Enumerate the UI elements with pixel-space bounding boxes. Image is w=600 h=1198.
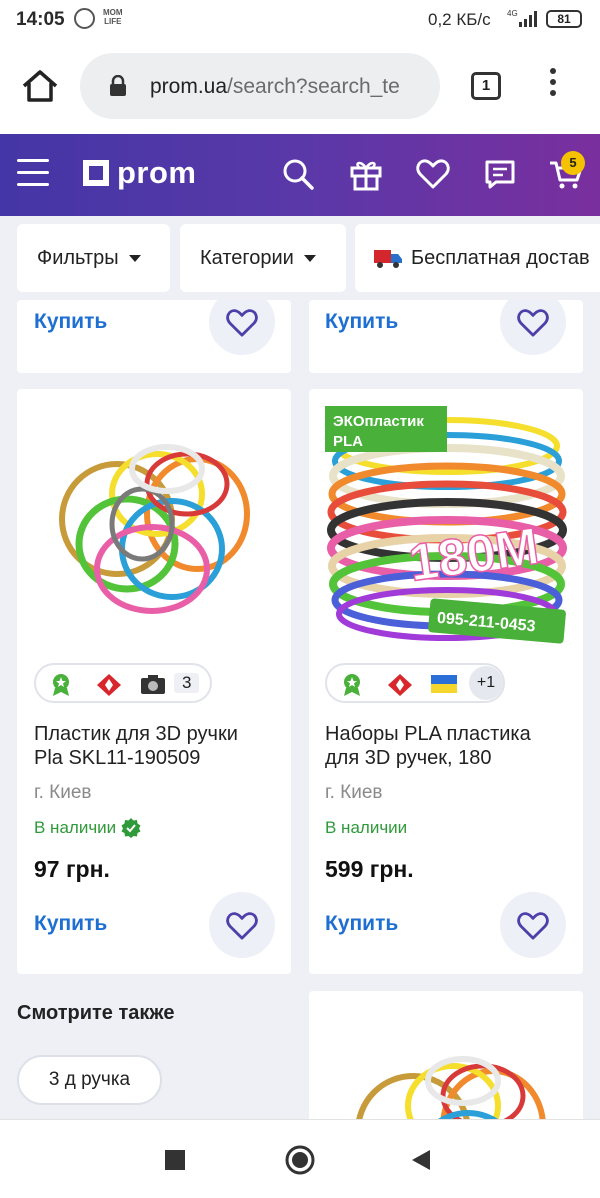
back-icon[interactable] xyxy=(411,1149,431,1171)
product-card: Купить xyxy=(17,300,291,373)
home-nav-icon[interactable] xyxy=(284,1144,316,1176)
buy-button[interactable]: Купить xyxy=(325,912,398,936)
product-card: Купить xyxy=(309,300,583,373)
product-image[interactable] xyxy=(47,424,262,624)
free-delivery-filter[interactable]: Бесплатная достав xyxy=(355,224,600,292)
ukraine-flag-icon xyxy=(431,675,457,693)
lock-icon xyxy=(110,75,126,96)
add-to-favorites-button[interactable] xyxy=(500,892,566,958)
camera-icon xyxy=(141,675,165,694)
tab-switcher-button[interactable]: 1 xyxy=(471,72,501,100)
favorites-heart-icon[interactable] xyxy=(415,156,451,192)
add-to-favorites-button[interactable] xyxy=(500,300,566,355)
product-city: г. Киев xyxy=(325,782,383,803)
browser-toolbar: prom.ua/search?search_te 1 xyxy=(0,38,600,134)
site-header: prom xyxy=(0,134,600,216)
search-icon[interactable] xyxy=(280,156,316,192)
product-city: г. Киев xyxy=(34,782,92,803)
status-bar: 14:05 MOM LIFE 0,2 КБ/с 4G 81 xyxy=(0,0,600,38)
add-to-favorites-button[interactable] xyxy=(209,892,275,958)
photo-count: 3 xyxy=(174,673,200,693)
heart-icon xyxy=(517,309,549,337)
messages-icon[interactable] xyxy=(482,156,518,192)
hamburger-menu-icon[interactable] xyxy=(17,159,49,187)
chevron-down-icon xyxy=(128,254,141,262)
heart-icon xyxy=(226,309,258,337)
heart-icon xyxy=(226,912,258,940)
status-time: 14:05 xyxy=(16,9,65,30)
chevron-down-icon xyxy=(303,254,316,262)
more-badges-count[interactable]: +1 xyxy=(469,666,503,700)
delivery-truck-icon xyxy=(374,250,402,268)
quality-medal-icon xyxy=(53,674,69,696)
product-card[interactable]: 3 Пластик для 3D ручки Pla SKL11-190509 г… xyxy=(17,389,291,974)
product-image[interactable] xyxy=(343,1036,558,1131)
more-menu-icon[interactable] xyxy=(546,68,560,104)
add-to-favorites-button[interactable] xyxy=(209,300,275,355)
quality-medal-icon xyxy=(344,674,360,696)
in-stock-label: В наличии xyxy=(34,818,141,838)
svg-text:PLA: PLA xyxy=(333,433,363,450)
network-speed: 0,2 КБ/с xyxy=(428,10,491,29)
see-also-heading: Смотрите также xyxy=(17,1002,175,1024)
product-price: 97 грн. xyxy=(34,856,110,882)
in-stock-label: В наличии xyxy=(325,818,408,837)
product-image[interactable]: ЭКОпластик PLA 180М 095-211-0453 xyxy=(325,406,569,648)
product-price: 599 грн. xyxy=(325,856,414,882)
gift-icon[interactable] xyxy=(348,156,384,192)
product-title[interactable]: Пластик для 3D ручки Pla SKL11-190509 xyxy=(34,722,238,770)
filters-dropdown[interactable]: Фильтры xyxy=(17,224,170,292)
product-card[interactable] xyxy=(309,991,583,1131)
home-icon[interactable] xyxy=(20,68,60,104)
recents-icon[interactable] xyxy=(165,1150,185,1170)
heart-icon xyxy=(517,912,549,940)
battery-icon: 81 xyxy=(546,10,582,28)
categories-dropdown[interactable]: Категории xyxy=(180,224,346,292)
svg-text:4G: 4G xyxy=(507,9,518,18)
related-search-tag[interactable]: 3 д ручка xyxy=(17,1055,162,1105)
badges-row: 3 xyxy=(34,663,212,703)
viber-icon xyxy=(74,8,95,29)
buy-button[interactable]: Купить xyxy=(325,310,398,334)
momlife-icon: MOM LIFE xyxy=(103,8,123,26)
cart-count-badge: 5 xyxy=(561,151,585,175)
svg-text:ЭКОпластик: ЭКОпластик xyxy=(333,413,424,430)
url-bar[interactable]: prom.ua/search?search_te xyxy=(80,53,440,119)
badges-row: +1 xyxy=(325,663,505,703)
product-card[interactable]: ЭКОпластик PLA 180М 095-211-0453 +1 Набо… xyxy=(309,389,583,974)
product-title[interactable]: Наборы PLA пластика для 3D ручек, 180 xyxy=(325,722,531,770)
verified-check-icon xyxy=(121,818,141,838)
nova-poshta-icon xyxy=(388,674,412,696)
buy-button[interactable]: Купить xyxy=(34,912,107,936)
signal-icon: 4G xyxy=(507,9,537,27)
system-nav-bar xyxy=(0,1119,600,1198)
buy-button[interactable]: Купить xyxy=(34,310,107,334)
filter-bar: Фильтры Категории Бесплатная достав xyxy=(0,216,600,300)
nova-poshta-icon xyxy=(97,674,121,696)
prom-logo[interactable]: prom xyxy=(83,155,197,191)
url-text: prom.ua/search?search_te xyxy=(150,75,400,98)
